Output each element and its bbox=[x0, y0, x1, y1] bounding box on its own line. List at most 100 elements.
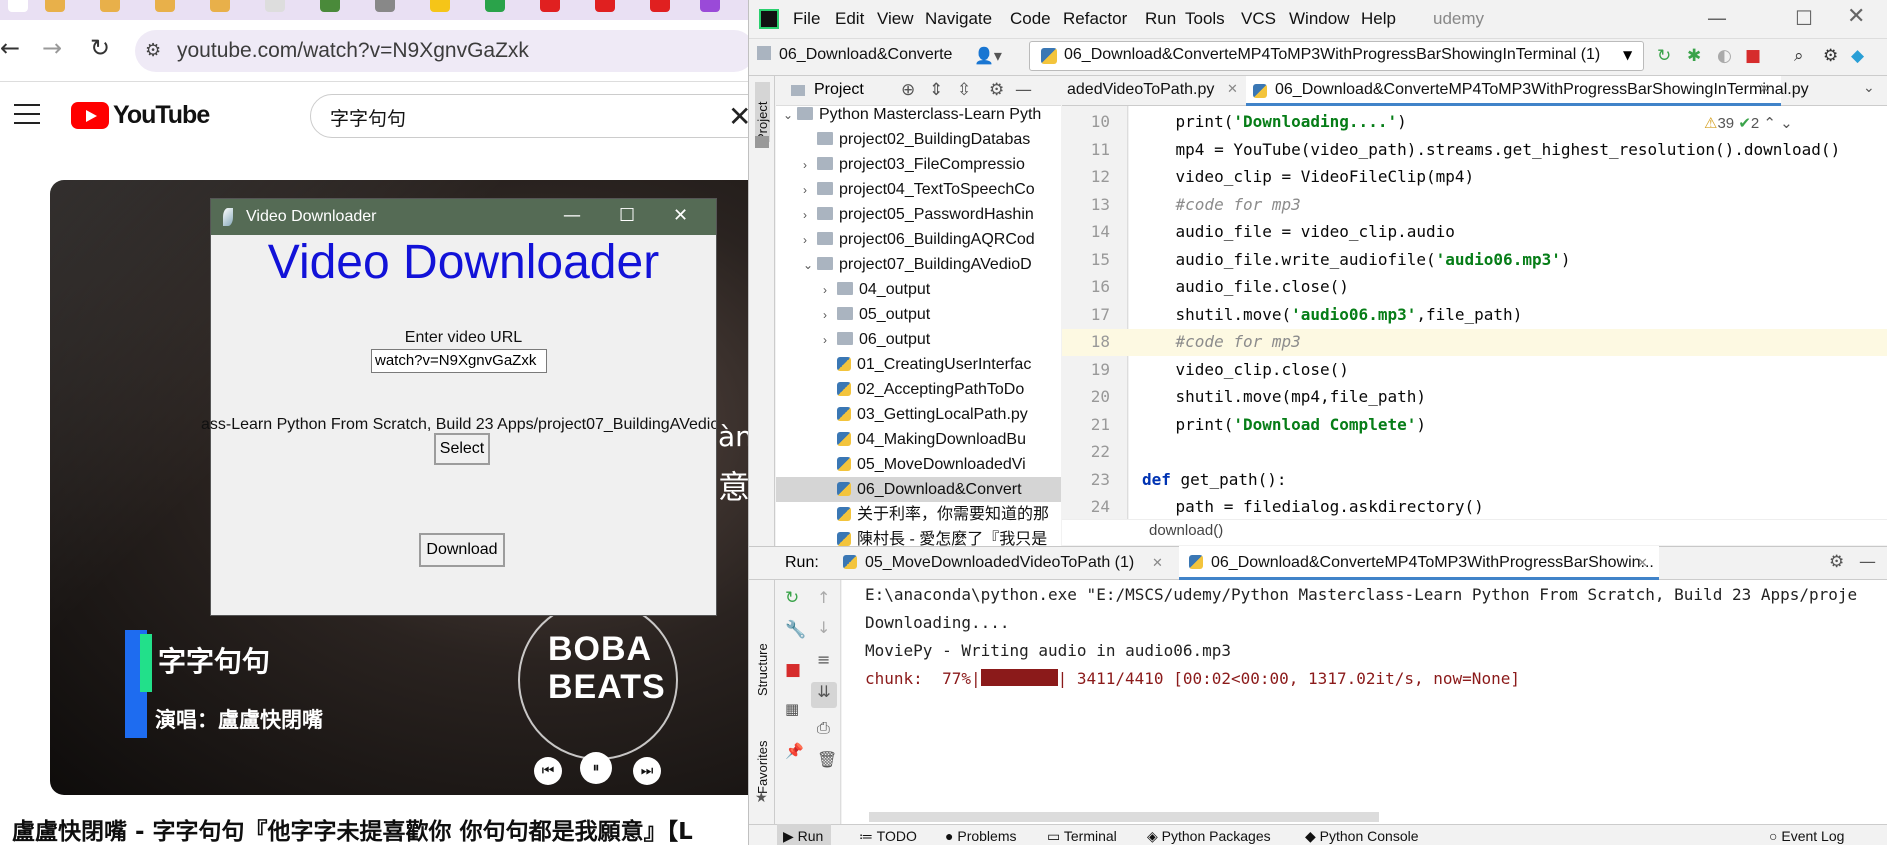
gear-icon[interactable]: ⚙ bbox=[989, 80, 1004, 100]
chevron-down-icon[interactable]: ⌄ bbox=[783, 103, 797, 128]
menu-run[interactable]: Run bbox=[1145, 9, 1176, 29]
pin-icon[interactable]: 📌 bbox=[785, 742, 804, 760]
run-tab-06[interactable]: 06_Download&ConverteMP4ToMP3WithProgress… bbox=[1211, 554, 1654, 572]
tree-file-item[interactable]: 01_CreatingUserInterfac bbox=[823, 352, 1031, 377]
status-python-console[interactable]: ◆ Python Console bbox=[1305, 828, 1419, 845]
chevron-down-icon[interactable]: ⌄ bbox=[803, 253, 817, 278]
close-tab-icon[interactable]: ✕ bbox=[1637, 556, 1648, 571]
menu-file[interactable]: File bbox=[793, 9, 820, 29]
menu-view[interactable]: View bbox=[877, 9, 914, 29]
tab-inactive-file[interactable]: adedVideoToPath.py bbox=[1067, 81, 1214, 99]
tree-folder-item[interactable]: › project06_BuildingAQRCod bbox=[803, 227, 1035, 252]
structure-tool-button[interactable]: Structure bbox=[755, 626, 770, 696]
inspection-widget[interactable]: ⚠39 ✔2 ⌃ ⌄ bbox=[1704, 114, 1793, 132]
hide-icon[interactable]: — bbox=[1859, 552, 1876, 572]
code-line[interactable]: audio_file.write_audiofile('audio06.mp3'… bbox=[1137, 250, 1571, 269]
stop-icon[interactable]: ■ bbox=[785, 660, 801, 680]
debug-icon[interactable]: ✱ bbox=[1687, 46, 1701, 66]
code-line[interactable]: print('Download Complete') bbox=[1137, 415, 1426, 434]
wrench-icon[interactable]: 🔧 bbox=[785, 620, 806, 640]
coverage-icon[interactable]: ◐ bbox=[1717, 46, 1732, 66]
close-icon[interactable]: ✕ bbox=[1847, 4, 1865, 29]
tree-folder-item[interactable]: project02_BuildingDatabas bbox=[803, 127, 1030, 152]
menu-refactor[interactable]: Refactor bbox=[1063, 9, 1127, 29]
close-tab-icon[interactable]: ✕ bbox=[1227, 82, 1238, 97]
code-line[interactable]: #code for mp3 bbox=[1137, 195, 1301, 214]
search-query[interactable]: 字字句句 bbox=[330, 104, 406, 131]
tree-file-item[interactable]: 关于利率，你需要知道的那 bbox=[823, 502, 1049, 527]
code-line[interactable]: mp4 = YouTube(video_path).streams.get_hi… bbox=[1137, 140, 1841, 159]
chevron-right-icon[interactable]: › bbox=[823, 328, 837, 353]
tab-active-label[interactable]: 06_Download&ConverteMP4ToMP3WithProgress… bbox=[1275, 81, 1809, 99]
tree-folder-item[interactable]: › 04_output bbox=[823, 277, 930, 302]
trash-icon[interactable]: 🗑 bbox=[817, 750, 837, 769]
code-line[interactable]: shutil.move(mp4,file_path) bbox=[1137, 387, 1426, 406]
tree-folder-item[interactable]: ⌄ Python Masterclass-Learn Pyth bbox=[783, 102, 1041, 127]
reload-icon[interactable]: ↻ bbox=[90, 34, 110, 62]
star-icon[interactable]: ★ bbox=[755, 790, 768, 806]
youtube-logo-icon[interactable] bbox=[71, 102, 109, 129]
menu-code[interactable]: Code bbox=[1010, 9, 1051, 29]
menu-hamburger-icon[interactable] bbox=[14, 104, 40, 124]
status-python-packages[interactable]: ◈ Python Packages bbox=[1147, 828, 1271, 845]
tab-icon[interactable] bbox=[8, 0, 28, 12]
tab-icon[interactable] bbox=[650, 0, 670, 12]
tab-icon[interactable] bbox=[485, 0, 505, 12]
chevron-right-icon[interactable]: › bbox=[803, 178, 817, 203]
close-icon[interactable]: ✕ bbox=[673, 205, 688, 226]
tab-icon[interactable] bbox=[375, 0, 395, 12]
tree-folder-item[interactable]: ⌄ project07_BuildingAVedioD bbox=[803, 252, 1032, 277]
download-button[interactable]: Download bbox=[419, 533, 505, 567]
menu-window[interactable]: Window bbox=[1289, 9, 1349, 29]
rerun-icon[interactable]: ↻ bbox=[1657, 46, 1671, 66]
tree-file-item[interactable]: 03_GettingLocalPath.py bbox=[823, 402, 1028, 427]
gear-icon[interactable]: ⚙ bbox=[1823, 46, 1838, 66]
horizontal-scrollbar[interactable] bbox=[869, 812, 1379, 822]
jetbrains-icon[interactable]: ◆ bbox=[1851, 46, 1864, 66]
tree-file-item[interactable]: 陳村長 - 愛怎麼了『我只是 bbox=[823, 527, 1047, 552]
rerun-icon[interactable]: ↻ bbox=[785, 588, 799, 608]
code-line[interactable]: path = filedialog.askdirectory() bbox=[1137, 497, 1484, 516]
down-arrow-icon[interactable]: ↓ bbox=[817, 618, 830, 637]
soft-wrap-icon[interactable]: ≡ bbox=[817, 650, 830, 669]
select-button[interactable]: Select bbox=[434, 433, 490, 465]
browser-tab-strip[interactable] bbox=[0, 0, 748, 20]
minimize-icon[interactable]: — bbox=[563, 205, 581, 226]
maximize-icon[interactable]: ☐ bbox=[619, 205, 635, 226]
chevron-right-icon[interactable]: › bbox=[803, 203, 817, 228]
folder-icon[interactable] bbox=[755, 136, 769, 148]
gear-icon[interactable]: ⚙ bbox=[1829, 552, 1844, 572]
menu-tools[interactable]: Tools bbox=[1185, 9, 1225, 29]
menu-help[interactable]: Help bbox=[1361, 9, 1396, 29]
tree-folder-item[interactable]: › 06_output bbox=[823, 327, 930, 352]
run-config-name[interactable]: 06_Download&ConverteMP4ToMP3WithProgress… bbox=[1064, 46, 1600, 64]
collapse-all-icon[interactable]: ⇳ bbox=[957, 80, 971, 100]
url-entry[interactable]: watch?v=N9XgnvGaZxk bbox=[371, 349, 547, 373]
chevron-right-icon[interactable]: › bbox=[803, 153, 817, 178]
layout-icon[interactable]: ▦ bbox=[785, 700, 799, 718]
next-icon[interactable]: ⏭ bbox=[633, 757, 661, 785]
tab-icon[interactable] bbox=[700, 0, 720, 12]
code-line[interactable]: video_clip.close() bbox=[1137, 360, 1349, 379]
chevron-down-icon[interactable]: ⌄ bbox=[1863, 80, 1875, 96]
stop-icon[interactable]: ■ bbox=[1745, 46, 1761, 66]
user-icon[interactable]: 👤▾ bbox=[974, 46, 1002, 65]
minimize-icon[interactable]: — bbox=[1707, 6, 1727, 30]
breadcrumb[interactable]: download() bbox=[1149, 522, 1223, 539]
scroll-to-end-icon[interactable]: ⇊ bbox=[811, 682, 837, 708]
tree-folder-item[interactable]: › 05_output bbox=[823, 302, 930, 327]
up-arrow-icon[interactable]: ↑ bbox=[817, 588, 830, 607]
project-pane-title[interactable]: Project bbox=[814, 81, 864, 99]
status-todo[interactable]: ≔ TODO bbox=[859, 828, 917, 845]
tab-icon[interactable] bbox=[595, 0, 615, 12]
code-line[interactable]: video_clip = VideoFileClip(mp4) bbox=[1137, 167, 1475, 186]
tab-icon[interactable] bbox=[45, 0, 65, 12]
locate-icon[interactable]: ⊕ bbox=[901, 80, 915, 100]
hide-icon[interactable]: — bbox=[1015, 80, 1032, 100]
tab-icon[interactable] bbox=[540, 0, 560, 12]
code-line[interactable]: print('Downloading....') bbox=[1137, 112, 1407, 131]
tree-file-item[interactable]: 02_AcceptingPathToDo bbox=[823, 377, 1024, 402]
back-arrow-icon[interactable]: ← bbox=[0, 34, 20, 62]
previous-icon[interactable]: ⏮ bbox=[534, 757, 562, 785]
chevron-right-icon[interactable]: › bbox=[803, 228, 817, 253]
